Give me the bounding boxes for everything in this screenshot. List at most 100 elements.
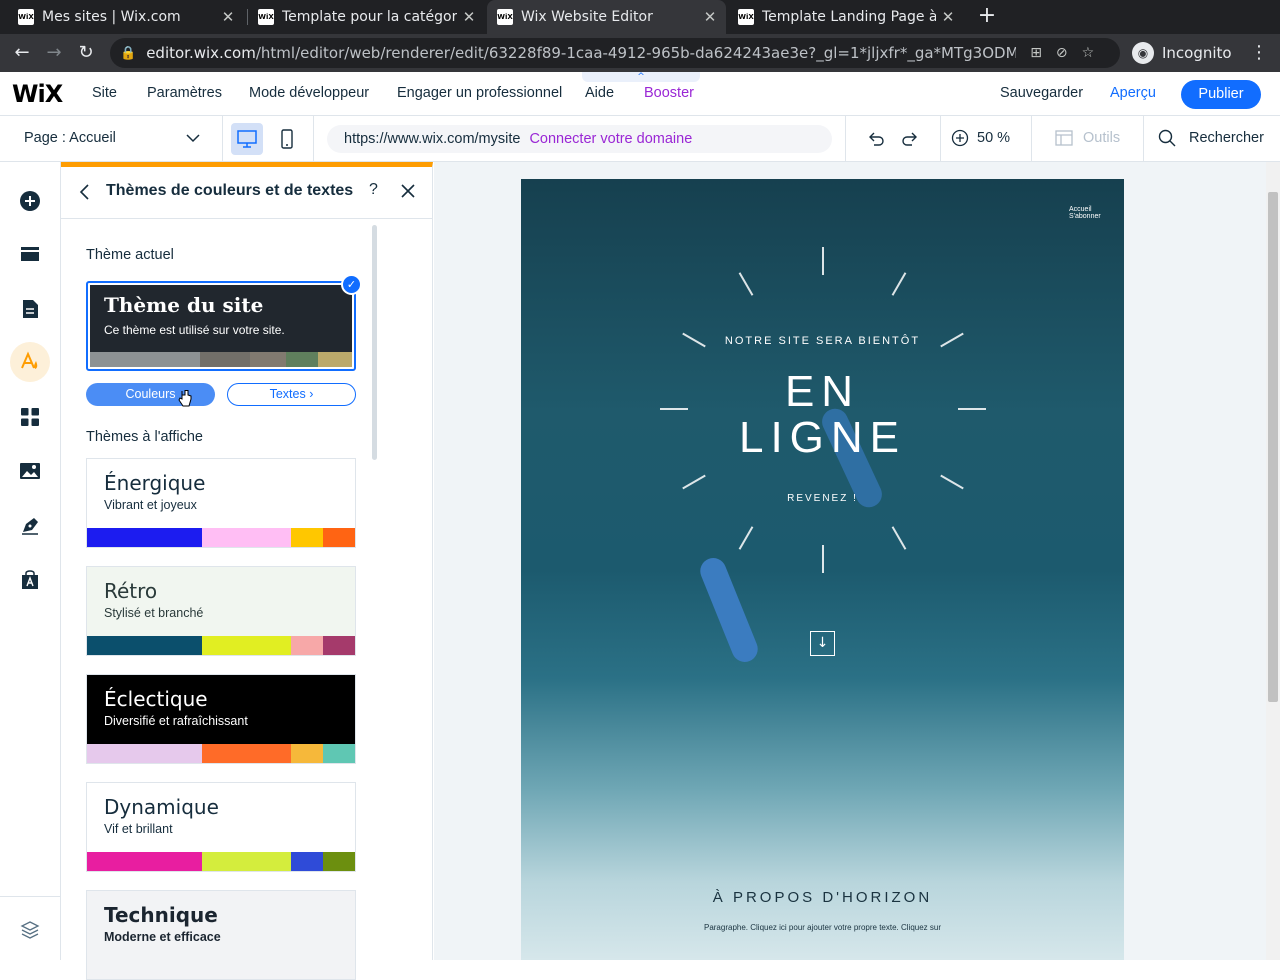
palette-swatch xyxy=(87,852,203,871)
page-selector[interactable]: Page : Accueil xyxy=(24,130,116,146)
theme-description: Diversifié et rafraîchissant xyxy=(104,714,248,728)
redo-icon[interactable] xyxy=(900,129,920,153)
connect-domain-link[interactable]: Connecter votre domaine xyxy=(529,131,692,147)
browser-tab[interactable]: WiX Mes sites | Wix.com ✕ xyxy=(8,0,244,34)
tools-icon xyxy=(1055,130,1073,146)
add-elements-icon[interactable] xyxy=(10,181,50,221)
forward-arrow-icon[interactable]: → xyxy=(42,41,66,65)
menu-settings[interactable]: Paramètres xyxy=(147,85,222,101)
browser-tab-active[interactable]: WiX Wix Website Editor ✕ xyxy=(487,0,726,34)
theme-name: Énergique xyxy=(104,471,206,495)
save-button[interactable]: Sauvegarder xyxy=(1000,85,1083,101)
publish-button[interactable]: Publier xyxy=(1181,80,1261,109)
blog-pen-icon[interactable] xyxy=(10,505,50,545)
menu-hire-pro[interactable]: Engager un professionnel xyxy=(397,85,562,101)
sections-icon[interactable] xyxy=(10,235,50,275)
colors-button[interactable]: Couleurs xyxy=(86,383,215,406)
about-paragraph[interactable]: Paragraphe. Cliquez ici pour ajouter vot… xyxy=(521,923,1124,932)
palette-swatch xyxy=(87,636,203,655)
tools-button[interactable]: Outils xyxy=(1055,129,1120,147)
theme-design-icon[interactable] xyxy=(10,342,50,382)
search-button[interactable]: Rechercher xyxy=(1158,129,1264,147)
mobile-view-icon[interactable] xyxy=(276,123,298,155)
current-theme-label: Thème actuel xyxy=(86,247,174,263)
search-label: Rechercher xyxy=(1189,130,1264,146)
theme-card-technique[interactable]: Technique Moderne et efficace xyxy=(86,890,356,980)
close-tab-icon[interactable]: ✕ xyxy=(457,8,481,26)
online-heading[interactable]: EN LIGNE xyxy=(521,369,1124,461)
divider xyxy=(0,896,61,897)
texts-button[interactable]: Textes › xyxy=(227,383,356,406)
help-icon[interactable]: ? xyxy=(369,181,378,199)
divider xyxy=(313,116,314,162)
apps-icon[interactable] xyxy=(10,397,50,437)
new-tab-icon[interactable]: + xyxy=(975,4,999,30)
site-preview[interactable]: Accueil S'abonner NOTRE SITE SERA BIENTÔ… xyxy=(521,179,1124,960)
coming-soon-text[interactable]: NOTRE SITE SERA BIENTÔT xyxy=(521,335,1124,347)
close-tab-icon[interactable]: ✕ xyxy=(698,8,722,26)
come-back-text[interactable]: REVENEZ ! xyxy=(521,493,1124,504)
address-bar[interactable]: 🔒 editor.wix.com/html/editor/web/rendere… xyxy=(110,38,1120,68)
browser-tab[interactable]: WiX Template pour la catégorie ✕ xyxy=(248,0,485,34)
zoom-control[interactable]: 50 % xyxy=(951,129,1010,147)
eye-off-icon[interactable]: ⊘ xyxy=(1056,45,1068,61)
menu-help[interactable]: Aide xyxy=(585,85,614,101)
close-icon[interactable] xyxy=(401,183,415,202)
theme-description: Ce thème est utilisé sur votre site. xyxy=(104,323,285,337)
texts-button-label: Textes xyxy=(269,387,306,401)
undo-icon[interactable] xyxy=(866,129,886,153)
about-heading[interactable]: À PROPOS D'HORIZON xyxy=(521,889,1124,906)
browser-tab[interactable]: WiX Template Landing Page à v ✕ xyxy=(728,0,964,34)
back-arrow-icon[interactable]: ← xyxy=(10,41,34,65)
zoom-level: 50 % xyxy=(977,130,1011,146)
palette-swatch xyxy=(90,352,146,367)
palette-swatch xyxy=(290,528,323,547)
left-rail xyxy=(0,162,61,960)
back-chevron-icon[interactable] xyxy=(79,183,91,205)
current-theme-card[interactable]: Thème du site Ce thème est utilisé sur v… xyxy=(86,281,356,371)
palette-swatch xyxy=(200,352,250,367)
browser-menu-icon[interactable]: ⋮ xyxy=(1250,42,1268,63)
palette-swatch xyxy=(290,744,323,763)
hand-cursor-icon xyxy=(178,389,192,411)
theme-palette xyxy=(87,744,355,763)
theme-card-dynamique[interactable]: Dynamique Vif et brillant xyxy=(86,782,356,872)
bookmark-star-icon[interactable]: ☆ xyxy=(1082,45,1095,61)
clock-tick xyxy=(891,272,907,296)
wix-logo[interactable]: WiX xyxy=(12,80,63,108)
theme-card-retro[interactable]: Rétro Stylisé et branché xyxy=(86,566,356,656)
app-market-icon[interactable] xyxy=(10,560,50,600)
media-icon[interactable] xyxy=(10,451,50,491)
layers-icon[interactable] xyxy=(10,910,50,950)
palette-swatch xyxy=(322,528,355,547)
panel-scrollbar[interactable] xyxy=(372,225,377,460)
menu-booster[interactable]: Booster xyxy=(644,85,694,101)
theme-description: Vibrant et joyeux xyxy=(104,498,197,512)
reload-icon[interactable]: ↻ xyxy=(74,41,98,65)
close-tab-icon[interactable]: ✕ xyxy=(936,8,960,26)
site-url: https://www.wix.com/mysite xyxy=(344,131,521,147)
menu-dev-mode[interactable]: Mode développeur xyxy=(249,85,369,101)
desktop-view-icon[interactable] xyxy=(231,123,263,155)
theme-card-eclectique[interactable]: Éclectique Diversifié et rafraîchissant xyxy=(86,674,356,764)
scroll-down-arrow-icon[interactable]: ↓ xyxy=(810,631,835,656)
scrollbar-thumb[interactable] xyxy=(1268,192,1278,702)
site-nav-menu[interactable]: Accueil S'abonner xyxy=(1069,206,1124,220)
preview-button[interactable]: Aperçu xyxy=(1110,85,1156,101)
canvas-scrollbar[interactable] xyxy=(1266,162,1280,960)
translate-icon[interactable]: ⊞ xyxy=(1030,45,1042,61)
chevron-down-icon[interactable] xyxy=(186,128,200,152)
theme-card-energique[interactable]: Énergique Vibrant et joyeux xyxy=(86,458,356,548)
wix-favicon-icon: WiX xyxy=(738,9,754,25)
close-tab-icon[interactable]: ✕ xyxy=(216,8,240,26)
editor-canvas[interactable]: Accueil S'abonner NOTRE SITE SERA BIENTÔ… xyxy=(434,162,1266,960)
lock-icon: 🔒 xyxy=(120,45,137,61)
collapse-topbar-icon[interactable]: ^ xyxy=(582,72,700,82)
theme-palette xyxy=(87,960,355,979)
incognito-indicator[interactable]: ◉ Incognito xyxy=(1132,39,1254,67)
browser-toolbar: ← → ↻ 🔒 editor.wix.com/html/editor/web/r… xyxy=(0,34,1280,72)
pages-icon[interactable] xyxy=(10,289,50,329)
theme-name: Éclectique xyxy=(104,687,208,711)
site-url-box[interactable]: https://www.wix.com/mysite Connecter vot… xyxy=(327,125,832,153)
menu-site[interactable]: Site xyxy=(92,85,117,101)
